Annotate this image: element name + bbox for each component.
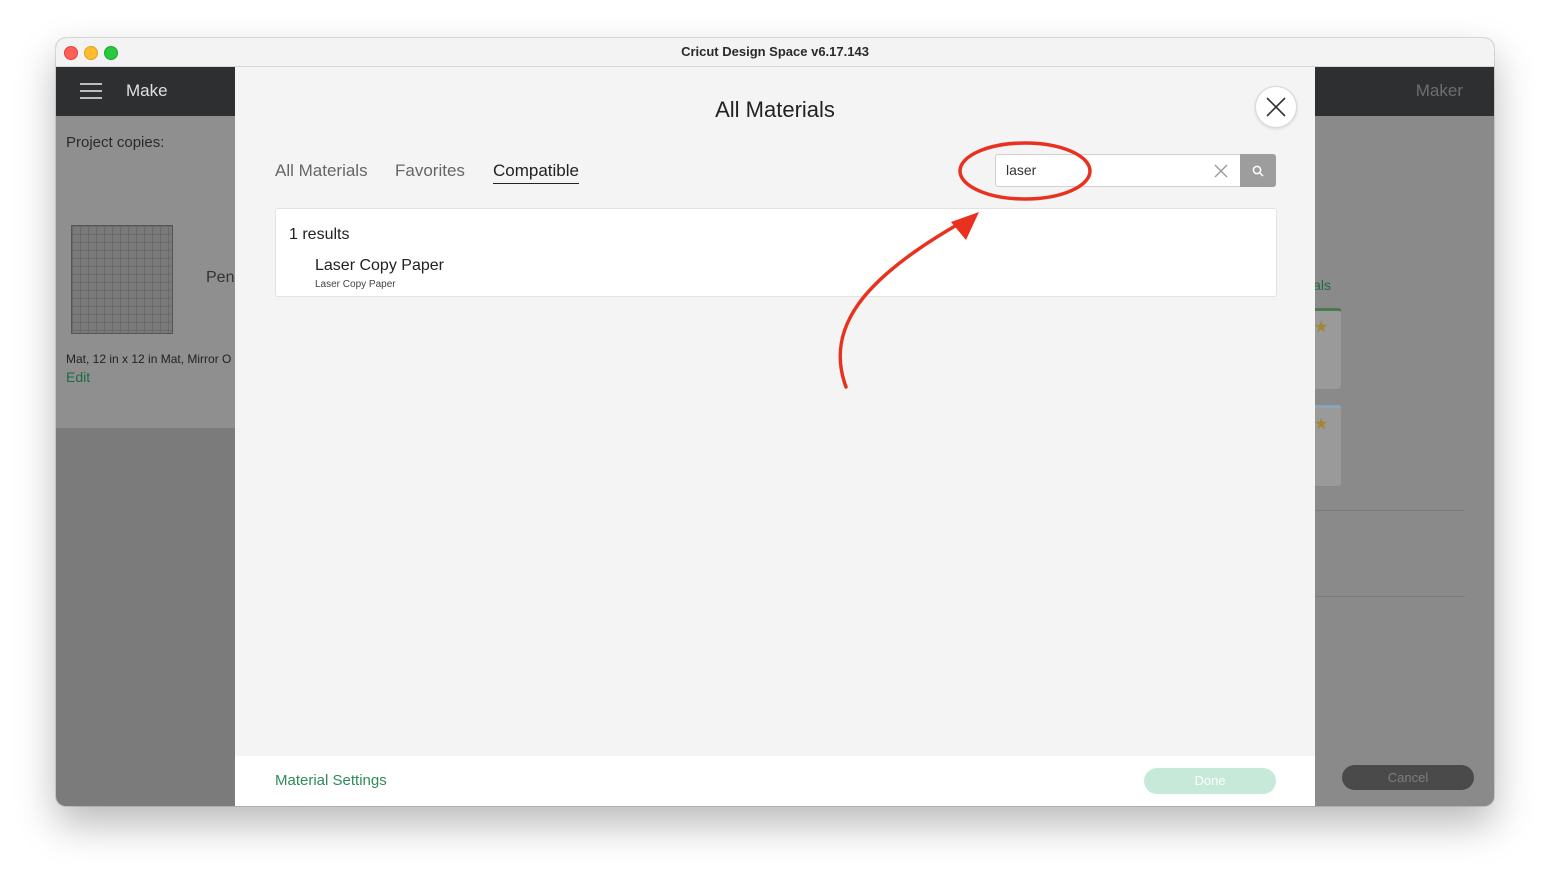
tab-compatible[interactable]: Compatible <box>493 161 579 184</box>
mat-panel: Pen Mat, 12 in x 12 in Mat, Mirror O Edi… <box>56 205 235 428</box>
clear-search-icon[interactable] <box>1214 164 1228 178</box>
mat-description: Mat, 12 in x 12 in Mat, Mirror O <box>66 352 232 366</box>
pen-label: Pen <box>206 269 235 286</box>
material-settings-link[interactable]: Material Settings <box>275 772 387 789</box>
search-results: 1 results Laser Copy Paper Laser Copy Pa… <box>275 208 1277 297</box>
minimize-window-button[interactable] <box>84 46 98 60</box>
app-window: Cricut Design Space v6.17.143 Make Maker… <box>56 38 1494 806</box>
close-modal-button[interactable] <box>1255 86 1297 128</box>
star-icon: ★ <box>1314 416 1329 433</box>
search-input[interactable] <box>1006 160 1196 180</box>
window-title: Cricut Design Space v6.17.143 <box>681 44 869 59</box>
search-icon <box>1252 165 1264 177</box>
divider <box>1315 510 1465 511</box>
title-bar: Cricut Design Space v6.17.143 <box>56 38 1494 67</box>
project-copies-section: Project copies: <box>56 116 235 206</box>
header-title: Make <box>126 81 168 100</box>
modal-footer: Material Settings Done <box>235 756 1315 806</box>
search-box <box>995 154 1242 187</box>
hamburger-menu-icon[interactable] <box>80 83 102 99</box>
machine-label: Maker <box>1415 81 1463 100</box>
all-materials-modal: All Materials All Materials Favorites Co… <box>235 67 1315 806</box>
results-count: 1 results <box>289 226 350 243</box>
close-icon <box>1266 97 1286 117</box>
project-copies-label: Project copies: <box>66 134 165 151</box>
result-name: Laser Copy Paper <box>315 257 444 274</box>
zoom-window-button[interactable] <box>104 46 118 60</box>
done-button[interactable]: Done <box>1144 768 1276 794</box>
result-subtitle: Laser Copy Paper <box>315 279 396 290</box>
mat-thumbnail[interactable] <box>71 225 173 334</box>
modal-title: All Materials <box>715 97 835 122</box>
star-icon: ★ <box>1314 319 1329 336</box>
close-window-button[interactable] <box>64 46 78 60</box>
tab-favorites[interactable]: Favorites <box>395 161 465 181</box>
divider <box>1315 596 1465 597</box>
result-item[interactable]: Laser Copy Paper Laser Copy Paper <box>315 257 444 290</box>
edit-link[interactable]: Edit <box>66 369 90 385</box>
cancel-button[interactable]: Cancel <box>1342 765 1474 790</box>
tab-all-materials[interactable]: All Materials <box>275 161 368 181</box>
search-button[interactable] <box>1240 154 1276 187</box>
